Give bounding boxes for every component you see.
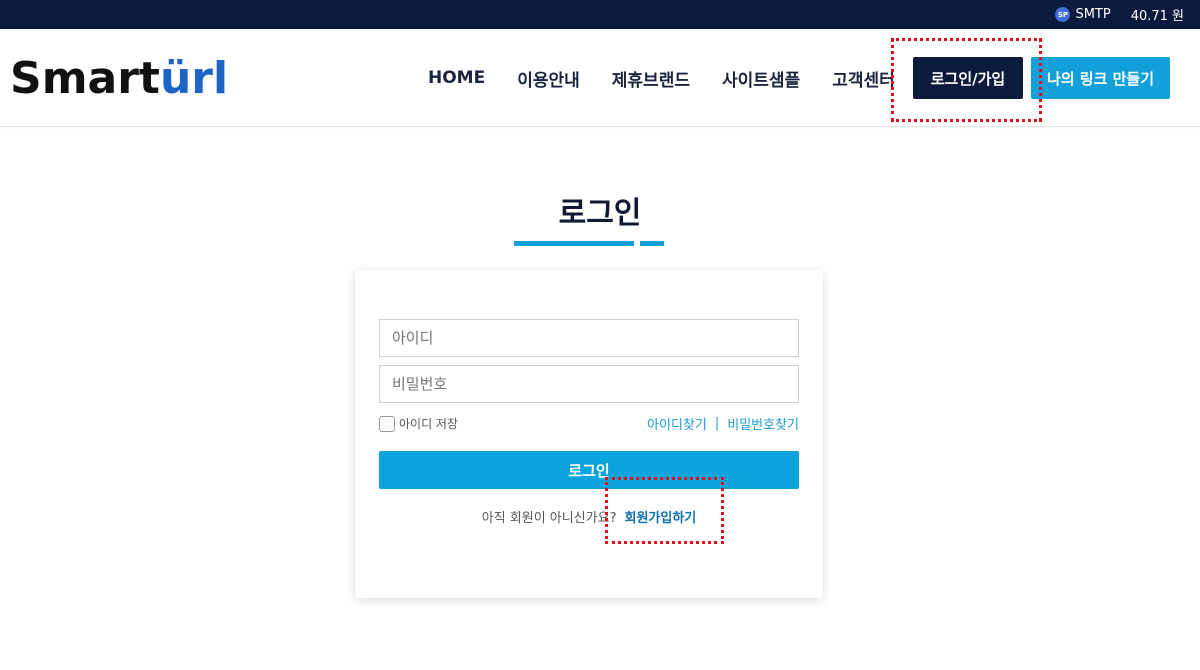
find-account-links: 아이디찾기 | 비밀번호찾기 bbox=[647, 414, 799, 433]
make-my-link-button[interactable]: 나의 링크 만들기 bbox=[1031, 57, 1170, 99]
find-id-link[interactable]: 아이디찾기 bbox=[647, 414, 707, 433]
link-separator: | bbox=[714, 416, 720, 431]
logo-text-url: ürl bbox=[159, 53, 229, 104]
sp-coin-icon: SP bbox=[1055, 7, 1071, 22]
smtp-label[interactable]: SMTP bbox=[1075, 7, 1110, 22]
nav-customer-center[interactable]: 고객센터 bbox=[832, 66, 895, 91]
find-password-link[interactable]: 비밀번호찾기 bbox=[727, 414, 799, 433]
smarturl-logo[interactable]: Smart ürl bbox=[10, 57, 228, 101]
password-input[interactable] bbox=[379, 365, 799, 403]
nav-home[interactable]: HOME bbox=[428, 68, 485, 88]
nav-guide[interactable]: 이용안내 bbox=[517, 66, 580, 91]
site-header: Smart ürl HOME 이용안내 제휴브랜드 사이트샘플 고객센터 로그인/… bbox=[0, 29, 1200, 127]
login-submit-button[interactable]: 로그인 bbox=[379, 451, 799, 489]
top-utility-bar: SP SMTP 40.71 원 bbox=[0, 0, 1200, 29]
id-input[interactable] bbox=[379, 319, 799, 357]
main-nav: HOME 이용안내 제휴브랜드 사이트샘플 고객센터 bbox=[412, 57, 911, 99]
login-card: 아이디 저장 아이디찾기 | 비밀번호찾기 로그인 아직 회원이 아니신가요? 회… bbox=[355, 270, 823, 598]
remember-id-checkbox[interactable]: 아이디 저장 bbox=[379, 415, 458, 432]
signup-link[interactable]: 회원가입하기 bbox=[625, 511, 697, 526]
nav-site-samples[interactable]: 사이트샘플 bbox=[722, 66, 800, 91]
remember-id-label: 아이디 저장 bbox=[399, 417, 459, 431]
logo-text-smart: Smart bbox=[10, 53, 160, 104]
title-underline-accent bbox=[640, 241, 664, 246]
signup-prompt-line: 아직 회원이 아니신가요? 회원가입하기 bbox=[355, 507, 823, 526]
signup-prompt-text: 아직 회원이 아니신가요? bbox=[481, 511, 617, 526]
title-underline bbox=[514, 241, 634, 246]
checkbox-icon[interactable] bbox=[379, 415, 395, 432]
nav-partner-brands[interactable]: 제휴브랜드 bbox=[612, 66, 690, 91]
balance-amount: 40.71 원 bbox=[1130, 9, 1184, 24]
page-title: 로그인 bbox=[558, 196, 642, 231]
login-join-button[interactable]: 로그인/가입 bbox=[913, 57, 1023, 99]
